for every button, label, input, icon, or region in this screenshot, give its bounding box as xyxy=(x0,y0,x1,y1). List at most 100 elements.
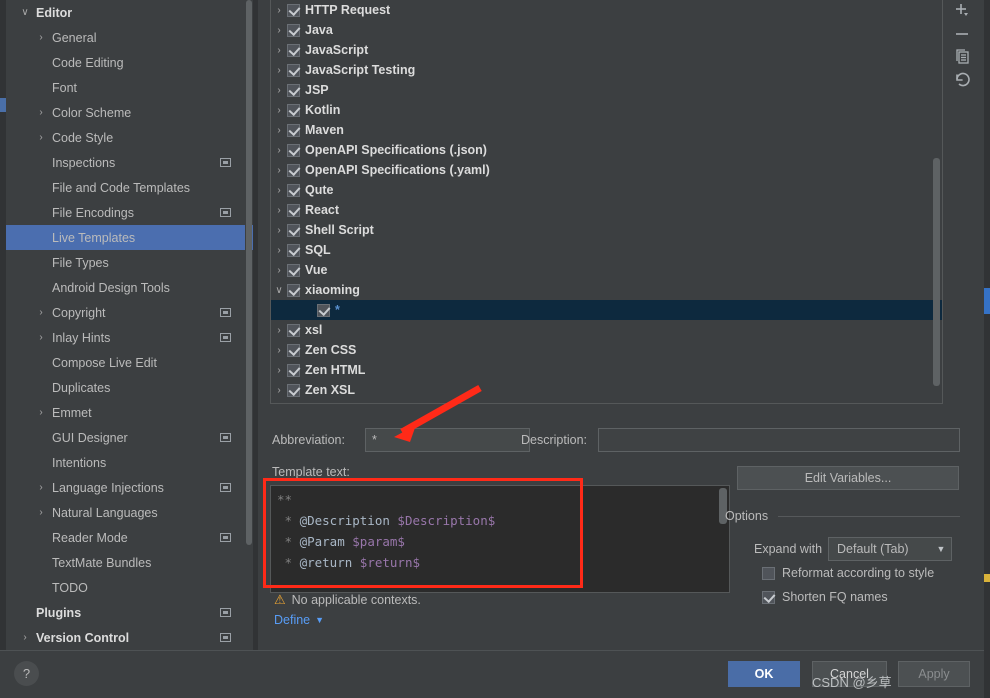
chevron-right-icon[interactable]: › xyxy=(271,165,287,176)
expand-with-select[interactable]: Default (Tab) ▼ xyxy=(828,537,952,561)
table-row[interactable]: › Zen CSS xyxy=(271,340,942,360)
revert-icon[interactable] xyxy=(951,68,975,92)
chevron-right-icon[interactable]: › xyxy=(34,132,48,143)
sidebar-item-copyright[interactable]: › Copyright xyxy=(6,300,253,325)
chevron-right-icon[interactable]: › xyxy=(34,407,48,418)
table-row[interactable]: › xsl xyxy=(271,320,942,340)
template-group-checkbox[interactable] xyxy=(287,243,300,257)
sidebar-item-inspections[interactable]: Inspections xyxy=(6,150,253,175)
table-row[interactable]: › Vue xyxy=(271,260,942,280)
chevron-right-icon[interactable]: › xyxy=(271,45,287,56)
chevron-right-icon[interactable]: › xyxy=(271,265,287,276)
sidebar-item-file-and-code-templates[interactable]: File and Code Templates xyxy=(6,175,253,200)
sidebar-item-compose-live-edit[interactable]: Compose Live Edit xyxy=(6,350,253,375)
sidebar-item-editor[interactable]: ∨ Editor xyxy=(6,0,253,25)
chevron-down-icon[interactable]: ∨ xyxy=(271,285,287,296)
sidebar-item-version-control[interactable]: › Version Control xyxy=(6,625,253,650)
sidebar-item-code-editing[interactable]: Code Editing xyxy=(6,50,253,75)
ok-button[interactable]: OK xyxy=(728,661,800,687)
chevron-right-icon[interactable]: › xyxy=(271,65,287,76)
chevron-right-icon[interactable]: › xyxy=(34,332,48,343)
reformat-checkbox-row[interactable]: Reformat according to style xyxy=(762,566,934,580)
template-text-editor[interactable]: ** * @Description $Description$ * @Param… xyxy=(270,485,730,593)
chevron-right-icon[interactable]: › xyxy=(271,345,287,356)
remove-icon[interactable] xyxy=(951,22,975,46)
chevron-right-icon[interactable]: › xyxy=(34,507,48,518)
chevron-right-icon[interactable]: › xyxy=(271,85,287,96)
template-group-checkbox[interactable] xyxy=(287,103,300,117)
template-group-checkbox[interactable] xyxy=(287,383,300,397)
chevron-right-icon[interactable]: › xyxy=(271,125,287,136)
add-icon[interactable] xyxy=(951,0,975,24)
chevron-right-icon[interactable]: › xyxy=(34,482,48,493)
apply-button[interactable]: Apply xyxy=(898,661,970,687)
sidebar-item-color-scheme[interactable]: › Color Scheme xyxy=(6,100,253,125)
sidebar-item-reader-mode[interactable]: Reader Mode xyxy=(6,525,253,550)
chevron-right-icon[interactable]: › xyxy=(271,225,287,236)
sidebar-item-intentions[interactable]: Intentions xyxy=(6,450,253,475)
sidebar-item-live-templates[interactable]: Live Templates xyxy=(6,225,253,250)
template-group-checkbox[interactable] xyxy=(287,223,300,237)
sidebar-scrollbar[interactable] xyxy=(245,0,252,650)
template-group-checkbox[interactable] xyxy=(287,343,300,357)
description-input[interactable] xyxy=(598,428,960,452)
table-row[interactable]: › Maven xyxy=(271,120,942,140)
chevron-right-icon[interactable]: › xyxy=(271,325,287,336)
template-group-checkbox[interactable] xyxy=(287,83,300,97)
template-group-checkbox[interactable] xyxy=(317,303,330,317)
sidebar-scrollbar-thumb[interactable] xyxy=(246,0,252,545)
template-group-checkbox[interactable] xyxy=(287,183,300,197)
define-link[interactable]: Define ▼ xyxy=(274,613,324,627)
table-row[interactable]: › JSP xyxy=(271,80,942,100)
table-row[interactable]: › Zen HTML xyxy=(271,360,942,380)
sidebar-item-todo[interactable]: TODO xyxy=(6,575,253,600)
tree-scrollbar-thumb[interactable] xyxy=(933,158,940,386)
sidebar-item-code-style[interactable]: › Code Style xyxy=(6,125,253,150)
chevron-right-icon[interactable]: › xyxy=(271,185,287,196)
table-row[interactable]: › JavaScript Testing xyxy=(271,60,942,80)
chevron-right-icon[interactable]: › xyxy=(34,32,48,43)
templates-tree[interactable]: › HTTP Request › Java › JavaScript › JavaScript… xyxy=(270,0,943,404)
template-group-checkbox[interactable] xyxy=(287,63,300,77)
template-group-checkbox[interactable] xyxy=(287,263,300,277)
tree-toolbar[interactable] xyxy=(943,0,990,110)
template-group-checkbox[interactable] xyxy=(287,123,300,137)
sidebar-item-natural-languages[interactable]: › Natural Languages xyxy=(6,500,253,525)
sidebar-item-plugins[interactable]: Plugins xyxy=(6,600,253,625)
sidebar-item-file-encodings[interactable]: File Encodings xyxy=(6,200,253,225)
sidebar-item-duplicates[interactable]: Duplicates xyxy=(6,375,253,400)
chevron-right-icon[interactable]: › xyxy=(271,105,287,116)
chevron-right-icon[interactable]: › xyxy=(271,365,287,376)
template-group-checkbox[interactable] xyxy=(287,363,300,377)
shorten-fq-names-checkbox[interactable] xyxy=(762,590,775,604)
chevron-right-icon[interactable]: › xyxy=(271,385,287,396)
sidebar-item-emmet[interactable]: › Emmet xyxy=(6,400,253,425)
edit-variables-button[interactable]: Edit Variables... xyxy=(737,466,959,490)
shorten-checkbox-row[interactable]: Shorten FQ names xyxy=(762,590,888,604)
chevron-right-icon[interactable]: › xyxy=(271,245,287,256)
chevron-right-icon[interactable]: › xyxy=(271,5,287,16)
chevron-right-icon[interactable]: › xyxy=(34,307,48,318)
sidebar-item-font[interactable]: Font xyxy=(6,75,253,100)
sidebar-item-file-types[interactable]: File Types xyxy=(6,250,253,275)
template-group-checkbox[interactable] xyxy=(287,203,300,217)
sidebar-item-gui-designer[interactable]: GUI Designer xyxy=(6,425,253,450)
template-group-checkbox[interactable] xyxy=(287,3,300,17)
table-row[interactable]: › Java xyxy=(271,20,942,40)
help-button[interactable]: ? xyxy=(14,661,39,686)
template-group-checkbox[interactable] xyxy=(287,43,300,57)
chevron-right-icon[interactable]: › xyxy=(18,632,32,643)
template-group-checkbox[interactable] xyxy=(287,23,300,37)
table-row[interactable]: › OpenAPI Specifications (.json) xyxy=(271,140,942,160)
table-row[interactable]: › Zen XSL xyxy=(271,380,942,400)
chevron-right-icon[interactable]: › xyxy=(271,145,287,156)
sidebar-item-language-injections[interactable]: › Language Injections xyxy=(6,475,253,500)
table-row[interactable]: › Qute xyxy=(271,180,942,200)
template-group-checkbox[interactable] xyxy=(287,323,300,337)
chevron-right-icon[interactable]: › xyxy=(271,25,287,36)
table-row[interactable]: › JavaScript xyxy=(271,40,942,60)
abbreviation-input[interactable]: * xyxy=(365,428,530,452)
sidebar-item-android-design-tools[interactable]: Android Design Tools xyxy=(6,275,253,300)
duplicate-icon[interactable] xyxy=(951,45,975,69)
reformat-checkbox[interactable] xyxy=(762,566,775,580)
